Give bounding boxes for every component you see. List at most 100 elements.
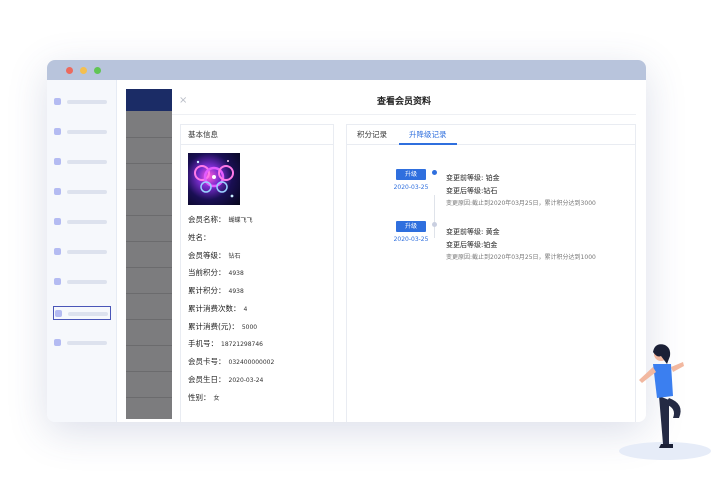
sidebar-item-label-placeholder (68, 312, 108, 316)
field-member-level: 会员等级： 钻石 (188, 250, 241, 262)
field-member-name: 会员名称： 蝴蝶飞飞 (188, 214, 253, 226)
field-label: 当前积分： (188, 268, 226, 277)
sidebar-item-icon (55, 310, 62, 317)
drawer-title: 查看会员资料 (376, 97, 431, 107)
dimmed-list-divider (126, 163, 172, 164)
sidebar-item-label-placeholder (67, 220, 107, 224)
record-level-after: 变更后等级:钻石 (446, 187, 498, 195)
field-value: 5000 (241, 324, 258, 331)
sidebar-item-8-active[interactable] (53, 306, 111, 320)
field-label: 性别： (188, 393, 211, 402)
dimmed-list-divider (126, 215, 172, 216)
records-tabbar: 积分记录 升降级记录 (347, 125, 635, 145)
dimmed-list-divider (126, 267, 172, 268)
field-purchase-count: 累计消费次数： 4 (188, 303, 247, 315)
sidebar-item-icon (54, 248, 61, 255)
tab-points-record[interactable]: 积分记录 (357, 130, 387, 140)
dimmed-list-divider (126, 397, 172, 398)
timeline-dot-active (432, 170, 437, 175)
field-birthday: 会员生日： 2020-03-24 (188, 374, 263, 386)
sidebar-item-label-placeholder (67, 250, 107, 254)
field-gender: 性别：女 (188, 392, 220, 404)
timeline-dot (432, 222, 437, 227)
field-value: 4 (243, 306, 248, 313)
sidebar-item-label-placeholder (67, 130, 107, 134)
app-window: × 查看会员资料 基本信息 会员名称： 蝴蝶飞飞 姓名： 会员等级： 钻石 当前… (47, 60, 646, 422)
record-level-before: 变更前等级: 铂金 (446, 174, 500, 182)
app-stage: × 查看会员资料 基本信息 会员名称： 蝴蝶飞飞 姓名： 会员等级： 钻石 当前… (0, 0, 721, 500)
sidebar-item-label-placeholder (67, 341, 107, 345)
basic-info-header: 基本信息 (181, 125, 333, 145)
field-label: 手机号： (188, 339, 218, 348)
field-label: 姓名： (188, 233, 211, 242)
close-window-dot[interactable] (66, 67, 73, 74)
record-date: 2020-03-25 (393, 236, 429, 243)
upgrade-badge: 升级 (396, 169, 426, 180)
person-illustration (619, 344, 711, 460)
field-value: 女 (213, 395, 220, 402)
drawer-header: × 查看会员资料 (172, 89, 636, 115)
field-label: 累计消费次数： (188, 304, 241, 313)
field-label: 会员生日： (188, 375, 226, 384)
dimmed-list-divider (126, 371, 172, 372)
field-label: 累计积分： (188, 286, 226, 295)
sidebar-item-4[interactable] (53, 185, 111, 199)
field-card-number: 会员卡号： 032400000002 (188, 356, 274, 368)
field-value: 蝴蝶飞飞 (228, 217, 253, 224)
sidebar-item-label-placeholder (67, 280, 107, 284)
record-reason: 变更原因:截止到2020年03月25日，累计积分达到1000 (446, 254, 596, 261)
sidebar-item-label-placeholder (67, 100, 107, 104)
record-level-before: 变更前等级: 黄金 (446, 228, 500, 236)
sidebar-item-icon (54, 218, 61, 225)
sidebar-item-icon (54, 339, 61, 346)
member-detail-drawer: × 查看会员资料 基本信息 会员名称： 蝴蝶飞飞 姓名： 会员等级： 钻石 当前… (172, 89, 646, 422)
records-panel: 积分记录 升降级记录 升级 2020-03-25 变更前等级: 铂金 变更后等级… (346, 124, 636, 422)
dimmed-background-list (126, 89, 172, 419)
active-tab-indicator (399, 143, 457, 145)
field-total-points: 累计积分： 4938 (188, 285, 244, 297)
sidebar-item-2[interactable] (53, 125, 111, 139)
sidebar-item-label-placeholder (67, 190, 107, 194)
timeline-line (434, 195, 435, 238)
field-total-spend: 累计消费(元)： 5000 (188, 321, 257, 333)
dimmed-list-divider (126, 137, 172, 138)
dimmed-list-divider (126, 241, 172, 242)
sidebar-item-icon (54, 278, 61, 285)
field-value: 2020-03-24 (228, 377, 264, 384)
sidebar-item-7[interactable] (53, 275, 111, 289)
field-value: 钻石 (228, 253, 241, 260)
field-phone: 手机号： 18721298746 (188, 338, 263, 350)
sidebar-item-icon (54, 158, 61, 165)
field-value: 4938 (228, 270, 244, 277)
basic-info-panel: 基本信息 会员名称： 蝴蝶飞飞 姓名： 会员等级： 钻石 当前积分： 4938 … (180, 124, 334, 422)
dimmed-list-header (126, 89, 172, 111)
sidebar-item-6[interactable] (53, 245, 111, 259)
field-label: 会员等级： (188, 251, 226, 260)
sidebar-item-icon (54, 128, 61, 135)
field-label: 会员名称： (188, 215, 226, 224)
sidebar-item-1[interactable] (53, 95, 111, 109)
window-titlebar (47, 60, 646, 80)
dimmed-list-divider (126, 189, 172, 190)
field-value: 4938 (228, 288, 244, 295)
record-reason: 变更原因:截止到2020年03月25日，累计积分达到3000 (446, 200, 596, 207)
record-level-after: 变更后等级:铂金 (446, 241, 498, 249)
dimmed-list-divider (126, 293, 172, 294)
sidebar-item-icon (54, 188, 61, 195)
tab-level-change-record[interactable]: 升降级记录 (409, 130, 447, 140)
sidebar-item-3[interactable] (53, 155, 111, 169)
field-current-points: 当前积分： 4938 (188, 267, 244, 279)
dimmed-list-divider (126, 319, 172, 320)
maximize-window-dot[interactable] (94, 67, 101, 74)
sidebar-item-label-placeholder (67, 160, 107, 164)
sidebar-item-icon (54, 98, 61, 105)
field-real-name: 姓名： (188, 232, 214, 244)
minimize-window-dot[interactable] (80, 67, 87, 74)
sidebar-item-9[interactable] (53, 336, 111, 350)
basic-info-heading: 基本信息 (188, 130, 218, 139)
avatar-butterfly-graphic (194, 160, 234, 198)
sidebar (47, 80, 117, 422)
dimmed-list-divider (126, 345, 172, 346)
field-label: 累计消费(元)： (188, 322, 239, 331)
sidebar-item-5[interactable] (53, 215, 111, 229)
